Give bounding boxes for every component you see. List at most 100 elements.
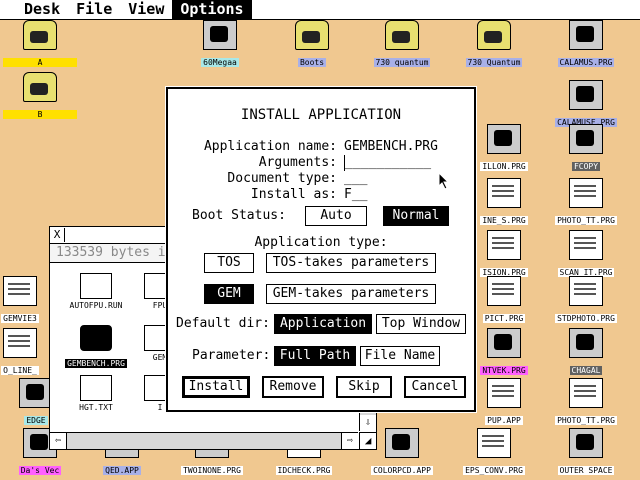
menu-file[interactable]: File <box>68 0 120 19</box>
param-full-path-button[interactable]: Full Path <box>274 346 356 366</box>
trash-icon <box>569 428 603 458</box>
pen-icon <box>487 328 521 358</box>
type-tos-button[interactable]: TOS <box>204 253 254 273</box>
doctype-label: Document type: <box>227 171 337 186</box>
program-icon <box>569 276 603 306</box>
skip-button[interactable]: Skip <box>336 376 392 398</box>
desktop-drive-a[interactable]: A <box>0 20 80 69</box>
menu-desk[interactable]: Desk <box>16 0 68 19</box>
program-icon <box>3 328 37 358</box>
mouse-pointer-icon <box>438 172 450 190</box>
icon-label: ILLON.PRG <box>480 162 528 171</box>
scroll-left-icon[interactable]: ⇦ <box>50 433 67 449</box>
camera-icon <box>385 428 419 458</box>
desktop-icon-ision[interactable]: ISION.PRG <box>464 230 544 279</box>
icon-label: OUTER SPACE <box>557 466 615 475</box>
icon-label: COLORPCD.APP <box>371 466 433 475</box>
install-as-field[interactable]: F__ <box>344 187 367 203</box>
type-gem-params-button[interactable]: GEM-takes parameters <box>266 284 436 304</box>
icon-label: PUP.APP <box>485 416 523 425</box>
desktop-icon-730-quantum-e[interactable]: 730 Quantum <box>454 20 534 69</box>
dialog-title: INSTALL APPLICATION <box>240 107 402 123</box>
desktop-icon-60megaa[interactable]: 60Megaa <box>180 20 260 69</box>
install-as-label: Install as: <box>250 187 337 202</box>
desktop-icon-pup[interactable]: PUP.APP <box>464 378 544 427</box>
edge-icon <box>19 378 53 408</box>
calamus-icon <box>569 20 603 50</box>
desktop-icon-photo-tt-2[interactable]: PHOTO_TT.PRG <box>546 378 626 427</box>
desktop-icon-fcopy[interactable]: FCOPY <box>546 124 626 173</box>
desktop-icon-ntvek[interactable]: NTVEK.PRG <box>464 328 544 377</box>
parameter-label: Parameter: <box>192 348 271 363</box>
cancel-button[interactable]: Cancel <box>404 376 466 398</box>
icon-label: NTVEK.PRG <box>480 366 528 375</box>
drive-icon <box>477 20 511 50</box>
close-icon[interactable]: X <box>50 228 65 242</box>
desktop-icon-pict[interactable]: PICT.PRG <box>464 276 544 325</box>
install-application-dialog: INSTALL APPLICATION Application name: GE… <box>166 87 476 412</box>
boot-auto-button[interactable]: Auto <box>305 206 367 226</box>
icon-label: PHOTO_TT.PRG <box>555 216 617 225</box>
atari-icon <box>203 20 237 50</box>
desktop-icon-illon[interactable]: ILLON.PRG <box>464 124 544 173</box>
dir-top-window-button[interactable]: Top Window <box>376 314 466 334</box>
desktop-icon-calamus[interactable]: CALAMUS.PRG <box>546 20 626 69</box>
drive-icon <box>23 20 57 50</box>
remove-button[interactable]: Remove <box>262 376 324 398</box>
icon-label: INE_S.PRG <box>480 216 528 225</box>
menu-options[interactable]: Options <box>172 0 252 19</box>
desktop-icon-ine-s[interactable]: INE_S.PRG <box>464 178 544 227</box>
program-icon <box>569 230 603 260</box>
icon-label: CALAMUS.PRG <box>557 58 615 67</box>
icon-label: STDPHOTO.PRG <box>555 314 617 323</box>
pen-icon <box>487 124 521 154</box>
program-icon <box>569 178 603 208</box>
program-icon <box>487 276 521 306</box>
icon-label: EPS_CONV.PRG <box>463 466 525 475</box>
menu-bar: Desk File View Options <box>0 0 640 20</box>
icon-label: Boots <box>297 58 327 67</box>
app-name-label: Application name: <box>203 139 337 154</box>
icon-label: PHOTO_TT.PRG <box>555 416 617 425</box>
icon-label: QED.APP <box>103 466 141 475</box>
desktop-icon-scan-it[interactable]: SCAN_IT.PRG <box>546 230 626 279</box>
file-label: GEMBENCH.PRG <box>65 359 127 368</box>
icon-label: B <box>3 110 77 119</box>
default-dir-label: Default dir: <box>176 316 270 331</box>
desktop-icon-chagal[interactable]: CHAGAL <box>546 328 626 377</box>
type-tos-params-button[interactable]: TOS-takes parameters <box>266 253 436 273</box>
drive-icon <box>23 72 57 102</box>
icon-label: 730 Quantum <box>465 58 523 67</box>
drive-icon <box>295 20 329 50</box>
menu-view[interactable]: View <box>120 0 172 19</box>
file-icon <box>80 375 112 401</box>
program-icon <box>477 428 511 458</box>
desktop-icon-stdphoto[interactable]: STDPHOTO.PRG <box>546 276 626 325</box>
resize-icon[interactable]: ◢ <box>359 432 376 449</box>
desktop-icon-730-quantum-d[interactable]: 730 quantum <box>362 20 442 69</box>
desktop-icon-boots[interactable]: Boots <box>272 20 352 69</box>
desktop-icon-outer-space[interactable]: OUTER SPACE <box>546 428 626 477</box>
icon-label: Da's Vec <box>18 466 62 475</box>
arguments-field[interactable]: ___________ <box>344 155 431 171</box>
drive-icon <box>385 20 419 50</box>
type-gem-button[interactable]: GEM <box>204 284 254 304</box>
scroll-right-icon[interactable]: ⇨ <box>341 433 358 449</box>
chagal-icon <box>569 328 603 358</box>
boot-status-label: Boot Status: <box>192 208 286 223</box>
icon-label: FCOPY <box>571 162 601 171</box>
boot-normal-button[interactable]: Normal <box>383 206 449 226</box>
desktop-icon-calamusf[interactable]: CALAMUSF.PRG <box>546 80 626 129</box>
doctype-field[interactable]: ___ <box>344 171 367 187</box>
desktop-drive-b[interactable]: B <box>0 72 80 121</box>
desktop-icon-photo-tt-1[interactable]: PHOTO_TT.PRG <box>546 178 626 227</box>
param-file-name-button[interactable]: File Name <box>360 346 440 366</box>
dir-application-button[interactable]: Application <box>274 314 372 334</box>
install-button[interactable]: Install <box>182 376 250 398</box>
program-icon <box>487 178 521 208</box>
icon-label: PICT.PRG <box>482 314 526 323</box>
app-type-label: Application type: <box>254 235 388 250</box>
desktop-icon-eps-conv[interactable]: EPS_CONV.PRG <box>454 428 534 477</box>
horizontal-scrollbar[interactable]: ⇦ ⇨ <box>50 432 358 449</box>
scroll-down-icon[interactable]: ⇩ <box>360 415 376 431</box>
